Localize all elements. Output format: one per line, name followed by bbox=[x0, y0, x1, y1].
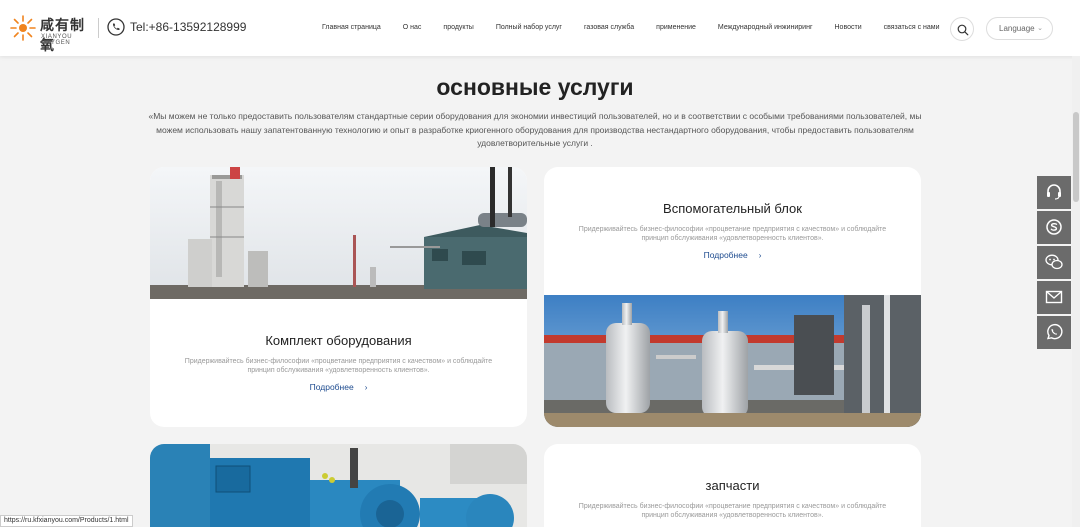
chevron-right-icon: › bbox=[364, 383, 368, 392]
more-link-label: Подробнее bbox=[309, 382, 354, 392]
phone-number[interactable]: Tel:+86-13592128999 bbox=[130, 20, 246, 34]
card-description: Придерживайтесь бизнес-философии «процве… bbox=[578, 503, 887, 519]
service-card-auxiliary-unit[interactable]: Вспомогательный блок Придерживайтесь биз… bbox=[544, 167, 921, 427]
service-card-equipment[interactable]: Комплект оборудования Придерживайтесь би… bbox=[150, 167, 527, 427]
section-title: основные услуги bbox=[436, 74, 634, 100]
scrollbar-thumb[interactable] bbox=[1073, 112, 1079, 202]
nav-contact[interactable]: связаться с нами bbox=[884, 22, 940, 36]
nav-about[interactable]: О нас bbox=[403, 22, 422, 36]
card-description: Придерживайтесь бизнес-философии «процве… bbox=[578, 226, 887, 242]
chevron-right-icon: › bbox=[758, 251, 762, 260]
language-select[interactable]: Language ⌄ bbox=[986, 17, 1053, 40]
equipment-plant-photo bbox=[150, 167, 527, 299]
nav-application[interactable]: применение bbox=[656, 22, 696, 36]
nav-engineering[interactable]: Международный инжиниринг bbox=[718, 22, 813, 36]
more-link-label: Подробнее bbox=[703, 250, 748, 260]
card-content: Комплект оборудования Придерживайтесь би… bbox=[150, 333, 527, 395]
language-label: Language bbox=[999, 24, 1035, 33]
headset-icon bbox=[1047, 184, 1061, 200]
card-content: Вспомогательный блок Придерживайтесь биз… bbox=[544, 201, 921, 263]
service-card-spare-parts[interactable]: запчасти Придерживайтесь бизнес-философи… bbox=[544, 444, 921, 527]
more-link[interactable]: Подробнее › bbox=[704, 250, 762, 260]
nav-services[interactable]: Полный набор услуг bbox=[496, 22, 562, 36]
card-title: запчасти bbox=[705, 478, 760, 493]
headset-button[interactable] bbox=[1037, 176, 1071, 209]
card-title: Вспомогательный блок bbox=[663, 201, 802, 216]
nav-products[interactable]: продукты bbox=[443, 22, 473, 36]
card-description: Придерживайтесь бизнес-философии «процве… bbox=[184, 358, 493, 374]
nav-home[interactable]: Главная страница bbox=[322, 22, 381, 36]
skype-icon bbox=[1046, 219, 1062, 235]
chevron-down-icon: ⌄ bbox=[1037, 25, 1043, 32]
wechat-button[interactable] bbox=[1037, 246, 1071, 279]
wechat-icon bbox=[1045, 254, 1063, 270]
more-link[interactable]: Подробнее › bbox=[310, 382, 368, 392]
sun-logo-icon bbox=[10, 15, 36, 41]
status-bar-url: https://ru.kfxianyou.com/Products/1.html bbox=[0, 515, 133, 527]
header-divider bbox=[98, 18, 99, 38]
skype-button[interactable] bbox=[1037, 211, 1071, 244]
whatsapp-button[interactable] bbox=[1037, 316, 1071, 349]
section-description: «Мы можем не только предоставить пользов… bbox=[148, 111, 922, 148]
nav-gas-service[interactable]: газовая служба bbox=[584, 22, 634, 36]
logo-english-text: XIANYOU OXYGEN bbox=[41, 34, 73, 46]
search-button[interactable] bbox=[950, 17, 974, 41]
nav-news[interactable]: Новости bbox=[835, 22, 862, 36]
service-card-pumps[interactable] bbox=[150, 444, 527, 527]
main-nav: Главная страница О нас продукты Полный н… bbox=[322, 22, 940, 36]
card-title: Комплект оборудования bbox=[265, 333, 412, 348]
floating-contact-bar bbox=[1037, 176, 1071, 351]
phone-icon bbox=[107, 18, 125, 36]
mail-icon bbox=[1045, 290, 1063, 304]
whatsapp-icon bbox=[1046, 323, 1063, 340]
mail-button[interactable] bbox=[1037, 281, 1071, 314]
blue-pump-photo bbox=[150, 444, 527, 527]
site-logo[interactable]: 咸有制氧 XIANYOU OXYGEN bbox=[10, 14, 94, 54]
card-content: запчасти Придерживайтесь бизнес-философи… bbox=[544, 478, 921, 520]
site-header: 咸有制氧 XIANYOU OXYGEN Tel:+86-13592128999 … bbox=[0, 0, 1080, 56]
auxiliary-tanks-photo bbox=[544, 295, 921, 427]
search-icon bbox=[957, 24, 969, 36]
